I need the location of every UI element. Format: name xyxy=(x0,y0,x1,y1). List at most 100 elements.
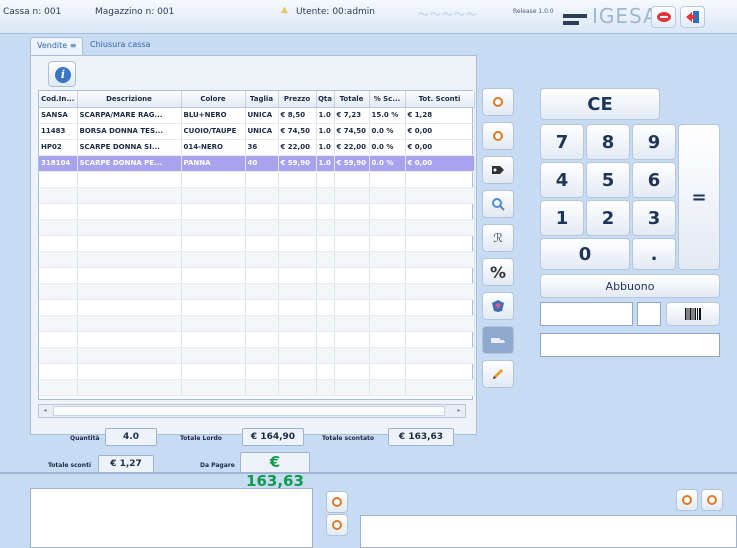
notes-area[interactable] xyxy=(30,488,313,548)
release-label: Release 1.0.0 xyxy=(513,8,554,15)
cell: 014-NERO xyxy=(181,139,246,156)
equals-button[interactable]: = xyxy=(678,124,720,270)
table-row[interactable]: HP02 SCARPE DONNA SI... 014-NERO 36 € 22… xyxy=(39,139,475,156)
info-icon: i xyxy=(55,67,71,83)
qty-input[interactable] xyxy=(637,302,661,326)
empty-row xyxy=(39,219,475,236)
truck-button[interactable] xyxy=(482,326,514,354)
edit-button[interactable] xyxy=(482,360,514,388)
key-9[interactable]: 9 xyxy=(632,124,676,160)
logo-mark-2 xyxy=(563,21,579,25)
exit-button[interactable] xyxy=(680,6,705,28)
cell: 11483 xyxy=(39,123,78,140)
percent-icon: % xyxy=(489,262,507,282)
key-3[interactable]: 3 xyxy=(632,200,676,236)
scroll-left-icon[interactable]: ◂ xyxy=(39,406,51,416)
col-taglia[interactable]: Taglia xyxy=(245,91,279,108)
empty-row xyxy=(39,363,475,380)
key-label: 4 xyxy=(555,169,569,191)
search-button[interactable] xyxy=(482,190,514,218)
col-totale[interactable]: Totale xyxy=(334,91,370,108)
totale-lordo-value: € 164,90 xyxy=(242,428,304,446)
cancel-sale-button[interactable] xyxy=(482,122,514,150)
cell: € 1,28 xyxy=(405,107,475,124)
cassa-label: Cassa n: 001 xyxy=(3,7,62,17)
empty-row xyxy=(39,379,475,396)
discount-button[interactable]: % xyxy=(482,258,514,286)
key-label: 9 xyxy=(647,131,661,153)
scroll-right-icon[interactable]: ▸ xyxy=(453,406,465,416)
totale-scontato-value: € 163,63 xyxy=(388,428,454,446)
cell: € 59,90 xyxy=(278,155,317,172)
table-row[interactable]: 11483 BORSA DONNA TES... CUOIO/TAUPE UNI… xyxy=(39,123,475,140)
rounding-button[interactable]: ℛ xyxy=(482,224,514,252)
col-colore[interactable]: Colore xyxy=(181,91,246,108)
key-7[interactable]: 7 xyxy=(540,124,584,160)
barcode-button[interactable] xyxy=(666,302,720,326)
empty-row xyxy=(39,235,475,252)
tag-button[interactable] xyxy=(482,156,514,184)
orange-circle-icon xyxy=(332,520,342,530)
magazzino-label: Magazzino n: 001 xyxy=(95,7,175,17)
key-decimal[interactable]: . xyxy=(632,238,676,270)
shield-icon xyxy=(492,300,504,312)
ce-label: CE xyxy=(587,93,613,115)
key-6[interactable]: 6 xyxy=(632,162,676,198)
customer-button[interactable] xyxy=(482,292,514,320)
key-1[interactable]: 1 xyxy=(540,200,584,236)
cell: € 22,00 xyxy=(278,139,317,156)
key-5[interactable]: 5 xyxy=(586,162,630,198)
bottom-right-button-2[interactable] xyxy=(701,489,723,511)
message-area[interactable] xyxy=(360,515,737,548)
orange-circle-icon xyxy=(707,495,717,505)
col-qta[interactable]: Qta xyxy=(316,91,335,108)
bottom-right-button-1[interactable] xyxy=(676,489,698,511)
equals-label: = xyxy=(691,186,707,208)
totale-lordo-label: Totale Lordo xyxy=(180,435,222,442)
cell: CUOIO/TAUPE xyxy=(181,123,246,140)
abbuono-button[interactable]: Abbuono xyxy=(540,274,720,298)
empty-row xyxy=(39,267,475,284)
tab-vendite[interactable]: Vendite ≡ xyxy=(30,37,84,55)
ce-button[interactable]: CE xyxy=(540,88,660,120)
cell: € 74,50 xyxy=(278,123,317,140)
empty-row xyxy=(39,203,475,220)
col-prezzo[interactable]: Prezzo xyxy=(278,91,317,108)
orange-circle-icon xyxy=(493,131,503,141)
col-codice[interactable]: Cod.In... xyxy=(39,91,78,108)
horizontal-scrollbar[interactable]: ◂ ▸ xyxy=(38,404,466,418)
decorative-wave: 〜〜〜〜〜 xyxy=(418,8,478,21)
tag-icon xyxy=(492,166,504,174)
key-0[interactable]: 0 xyxy=(540,238,630,270)
totale-sconti-label: Totale sconti xyxy=(48,462,91,469)
cell: BORSA DONNA TES... xyxy=(77,123,182,140)
table-row[interactable]: SANSA SCARPA/MARE RAG... BLU+NERO UNICA … xyxy=(39,107,475,124)
key-4[interactable]: 4 xyxy=(540,162,584,198)
key-label: . xyxy=(650,243,658,265)
search-icon xyxy=(492,198,505,211)
cell: 1.0 xyxy=(316,155,335,172)
table-row-selected[interactable]: 318104 SCARPE DONNA PE... PANNA 40 € 59,… xyxy=(39,155,475,172)
bottom-action-button-1[interactable] xyxy=(326,491,348,513)
bottom-action-button-2[interactable] xyxy=(326,514,348,536)
quantita-value: 4.0 xyxy=(105,428,157,446)
col-descrizione[interactable]: Descrizione xyxy=(77,91,182,108)
key-label: 6 xyxy=(647,169,661,191)
col-sconto[interactable]: % Sc... xyxy=(369,91,406,108)
key-label: 5 xyxy=(601,169,615,191)
col-tot-sconti[interactable]: Tot. Sconti xyxy=(405,91,475,108)
key-2[interactable]: 2 xyxy=(586,200,630,236)
sales-grid: Cod.In... Descrizione Colore Taglia Prez… xyxy=(38,90,475,400)
totale-sconti-value: € 1,27 xyxy=(98,455,154,473)
remove-item-button[interactable] xyxy=(482,88,514,116)
sales-table: Cod.In... Descrizione Colore Taglia Prez… xyxy=(39,91,475,396)
orange-circle-icon xyxy=(493,97,503,107)
amount-input[interactable] xyxy=(540,302,633,326)
info-button[interactable]: i xyxy=(48,61,76,87)
no-entry-button[interactable] xyxy=(651,6,676,28)
tab-chiusura-cassa[interactable]: Chiusura cassa xyxy=(84,37,156,55)
barcode-input[interactable] xyxy=(540,333,720,357)
key-8[interactable]: 8 xyxy=(586,124,630,160)
pencil-icon xyxy=(493,369,503,379)
scroll-thumb[interactable] xyxy=(53,406,445,416)
